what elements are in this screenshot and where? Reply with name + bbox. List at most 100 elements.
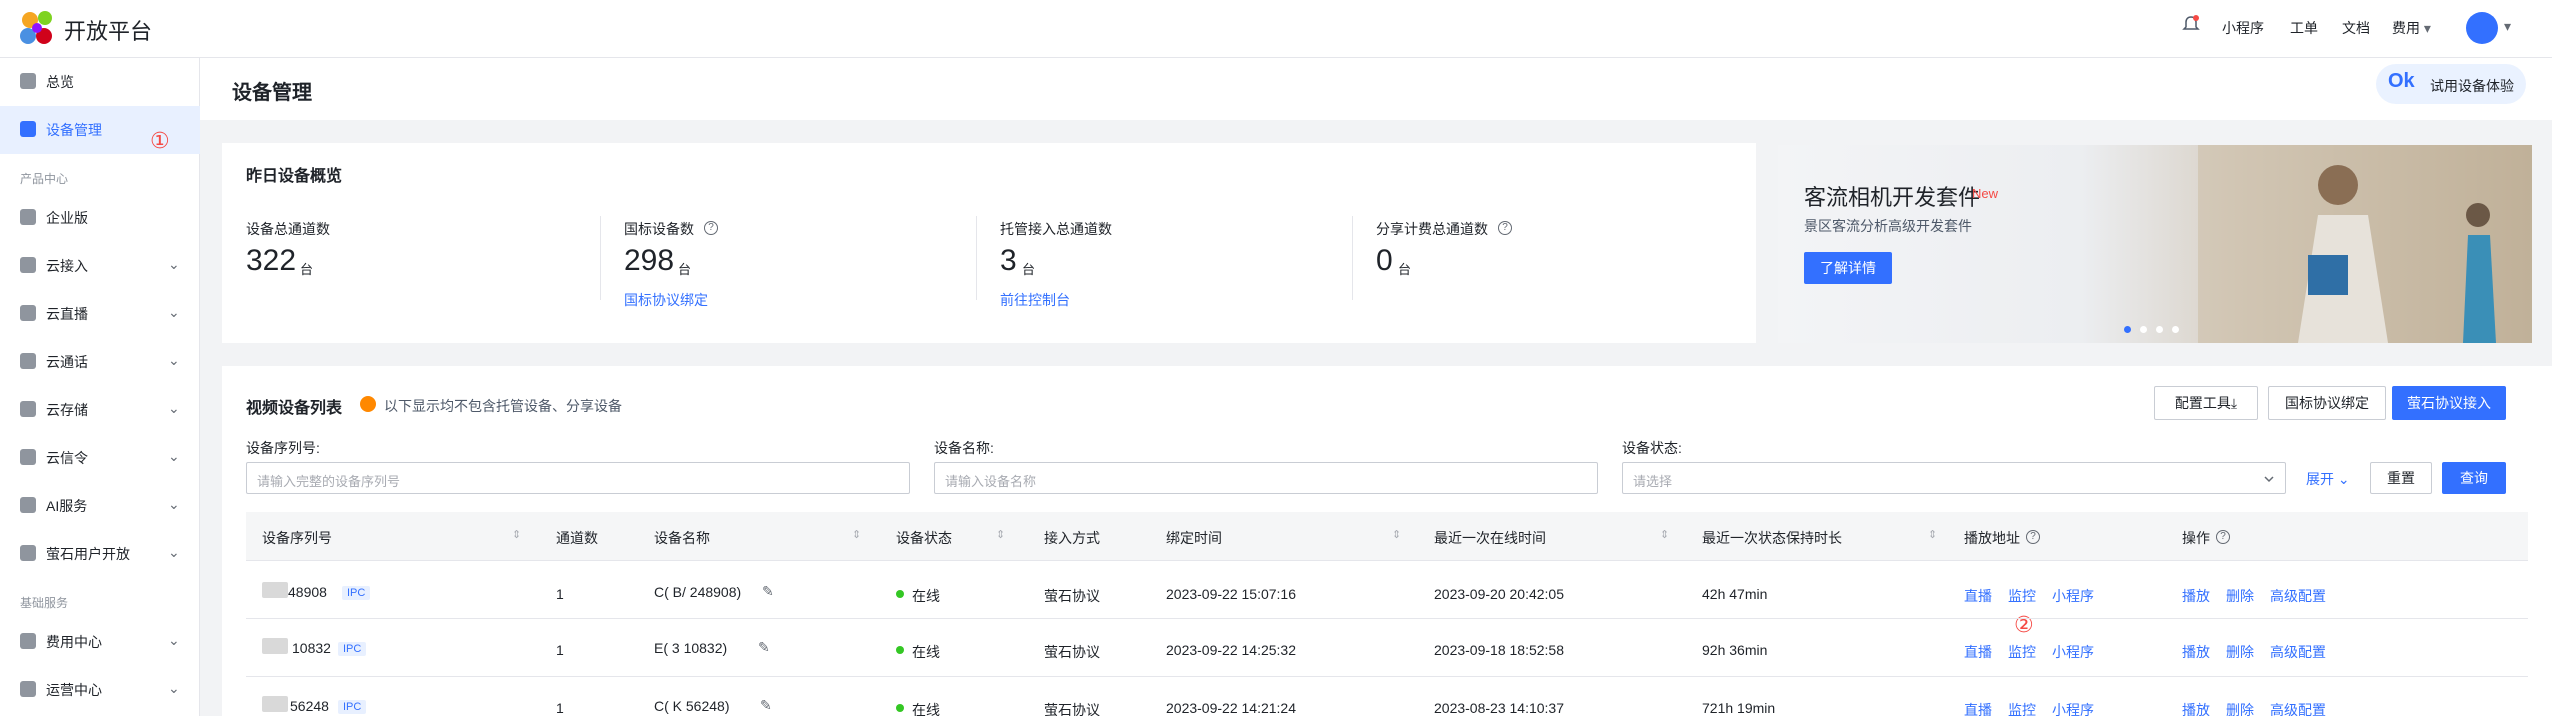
live-link[interactable]: 直播 xyxy=(1964,700,1992,716)
config-tool-button[interactable]: 配置工具⤓ xyxy=(2154,386,2258,420)
delete-link[interactable]: 删除 xyxy=(2226,642,2254,662)
sort-icon[interactable]: ⇕ xyxy=(512,528,521,541)
sidebar-item-label: 云通话 xyxy=(46,354,88,370)
chevron-down-icon[interactable]: ▾ xyxy=(2504,18,2511,35)
monitor-link[interactable]: 监控 xyxy=(2008,586,2036,606)
help-icon[interactable]: ? xyxy=(1498,221,1512,235)
col-channels: 通道数 xyxy=(556,530,598,546)
chevron-down-icon: ⌄ xyxy=(168,400,180,416)
device-icon xyxy=(20,121,36,137)
edit-icon[interactable]: ✎ xyxy=(762,583,774,600)
cell-status: 在线 xyxy=(912,588,940,604)
try-device-button[interactable]: Ok 试用设备体验 xyxy=(2376,64,2526,104)
stat-label-gb: 国标设备数 xyxy=(624,221,694,237)
brand-title[interactable]: 开放平台 xyxy=(64,14,152,46)
reset-button[interactable]: 重置 xyxy=(2370,462,2432,494)
gb-bind-link[interactable]: 国标协议绑定 xyxy=(624,290,708,310)
cloud-live-icon xyxy=(20,305,36,321)
sidebar-item-device-management[interactable]: 设备管理 xyxy=(0,106,200,154)
fee-icon xyxy=(20,633,36,649)
sidebar-item-enterprise[interactable]: 企业版 xyxy=(0,194,200,242)
stat-unit: 台 xyxy=(678,262,692,277)
play-link[interactable]: 播放 xyxy=(2182,586,2210,606)
stat-value-total: 322 xyxy=(246,244,297,277)
sidebar-item-cloud-call[interactable]: 云通话 ⌄ xyxy=(0,338,200,386)
sidebar-item-cloud-live[interactable]: 云直播 ⌄ xyxy=(0,290,200,338)
miniapp-link[interactable]: 小程序 xyxy=(2052,642,2094,662)
advanced-config-link[interactable]: 高级配置 xyxy=(2270,700,2326,716)
expand-label: 展开 xyxy=(2306,471,2334,487)
sidebar-item-cloud-access[interactable]: 云接入 ⌄ xyxy=(0,242,200,290)
sidebar-item-cloud-storage[interactable]: 云存储 ⌄ xyxy=(0,386,200,434)
nav-docs[interactable]: 文档 xyxy=(2342,18,2370,38)
live-link[interactable]: 直播 xyxy=(1964,642,1992,662)
monitor-link[interactable]: 监控 xyxy=(2008,700,2036,716)
chevron-down-icon xyxy=(2264,476,2274,483)
nav-miniapp[interactable]: 小程序 xyxy=(2222,18,2264,38)
carousel-dot[interactable] xyxy=(2124,326,2131,333)
play-link[interactable]: 播放 xyxy=(2182,642,2210,662)
stat-label-share: 分享计费总通道数 xyxy=(1376,221,1488,237)
sort-icon[interactable]: ⇕ xyxy=(1660,528,1669,541)
help-icon[interactable]: ? xyxy=(2216,530,2230,544)
miniapp-link[interactable]: 小程序 xyxy=(2052,700,2094,716)
bell-icon[interactable] xyxy=(2180,14,2202,36)
delete-link[interactable]: 删除 xyxy=(2226,700,2254,716)
sidebar-item-user-open[interactable]: 萤石用户开放 ⌄ xyxy=(0,530,200,578)
sidebar-item-cloud-signal[interactable]: 云信令 ⌄ xyxy=(0,434,200,482)
learn-more-button[interactable]: 了解详情 xyxy=(1804,252,1892,284)
cell-channels: 1 xyxy=(556,642,564,658)
console-link[interactable]: 前往控制台 xyxy=(1000,290,1070,310)
sidebar-item-overview[interactable]: 总览 xyxy=(0,58,200,106)
expand-filters-link[interactable]: 展开 ⌄ xyxy=(2306,469,2350,489)
miniapp-link[interactable]: 小程序 xyxy=(2052,586,2094,606)
sort-icon[interactable]: ⇕ xyxy=(1392,528,1401,541)
live-link[interactable]: 直播 xyxy=(1964,586,1992,606)
gb-bind-button[interactable]: 国标协议绑定 xyxy=(2268,386,2386,420)
sort-icon[interactable]: ⇕ xyxy=(1928,528,1937,541)
name-input[interactable]: 请输入设备名称 xyxy=(934,462,1598,494)
sort-icon[interactable]: ⇕ xyxy=(852,528,861,541)
carousel-dot[interactable] xyxy=(2172,326,2179,333)
sidebar-item-label: 总览 xyxy=(46,74,74,90)
serial-label: 设备序列号: xyxy=(246,440,320,456)
monitor-link[interactable]: 监控 xyxy=(2008,642,2036,662)
nav-ticket[interactable]: 工单 xyxy=(2290,18,2318,38)
help-icon[interactable]: ? xyxy=(2026,530,2040,544)
stat-label-hosted: 托管接入总通道数 xyxy=(1000,221,1112,237)
chevron-down-icon: ⌄ xyxy=(168,496,180,512)
sort-icon[interactable]: ⇕ xyxy=(996,528,1005,541)
logo-icon[interactable] xyxy=(18,10,58,48)
cell-access: 萤石协议 xyxy=(1044,588,1100,604)
serial-input[interactable]: 请输入完整的设备序列号 xyxy=(246,462,910,494)
ys-access-button[interactable]: 萤石协议接入 xyxy=(2392,386,2506,420)
delete-link[interactable]: 删除 xyxy=(2226,586,2254,606)
cell-bind-time: 2023-09-22 15:07:16 xyxy=(1166,586,1296,602)
list-notice: 以下显示均不包含托管设备、分享设备 xyxy=(384,398,622,414)
chevron-down-icon: ⌄ xyxy=(2337,471,2350,487)
sidebar-item-fee-center[interactable]: 费用中心 ⌄ xyxy=(0,618,200,666)
advanced-config-link[interactable]: 高级配置 xyxy=(2270,642,2326,662)
query-button[interactable]: 查询 xyxy=(2442,462,2506,494)
user-open-icon xyxy=(20,545,36,561)
help-icon[interactable]: ? xyxy=(704,221,718,235)
sidebar-item-ops-center[interactable]: 运营中心 ⌄ xyxy=(0,666,200,714)
col-name: 设备名称 xyxy=(654,530,710,546)
signal-icon xyxy=(20,449,36,465)
play-link[interactable]: 播放 xyxy=(2182,700,2210,716)
nav-fee[interactable]: 费用 ▾ xyxy=(2392,18,2431,38)
sidebar-item-ai-service[interactable]: AI服务 ⌄ xyxy=(0,482,200,530)
cell-name: C( B/ 248908) xyxy=(654,584,742,600)
advanced-config-link[interactable]: 高级配置 xyxy=(2270,586,2326,606)
status-select[interactable]: 请选择 xyxy=(1622,462,2286,494)
top-bar xyxy=(0,0,2552,58)
carousel-dot[interactable] xyxy=(2140,326,2147,333)
sidebar-item-label: 云直播 xyxy=(46,306,88,322)
carousel-dot[interactable] xyxy=(2156,326,2163,333)
chevron-down-icon: ⌄ xyxy=(168,544,180,560)
cell-bind-time: 2023-09-22 14:25:32 xyxy=(1166,642,1296,658)
edit-icon[interactable]: ✎ xyxy=(760,697,772,714)
avatar[interactable] xyxy=(2466,12,2498,44)
edit-icon[interactable]: ✎ xyxy=(758,639,770,656)
promo-banner[interactable] xyxy=(1778,145,2532,343)
